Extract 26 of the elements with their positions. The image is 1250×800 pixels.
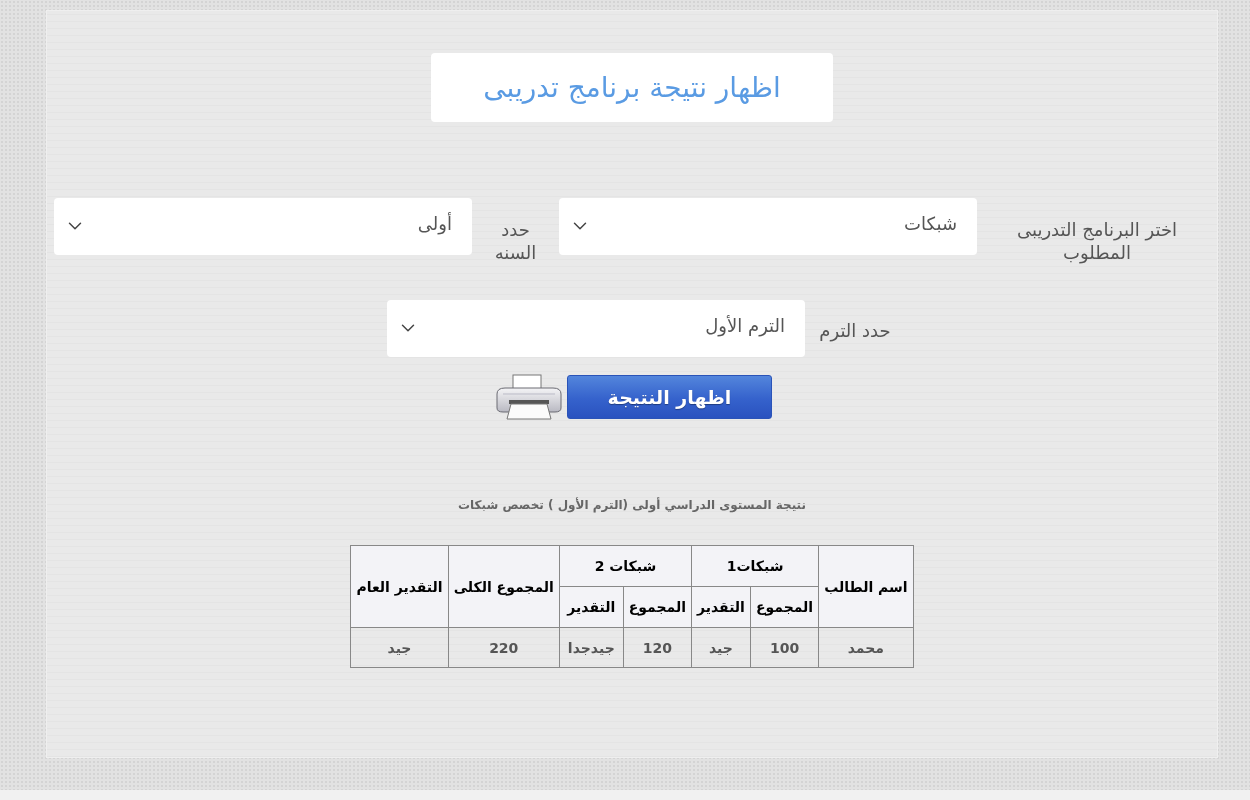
table-cell: 120 bbox=[623, 627, 692, 668]
table-cell: 220 bbox=[448, 627, 560, 668]
field-label: حدد الترم bbox=[818, 319, 892, 342]
result-caption: نتيجة المستوى الدراسي أولى (الترم الأول ) تخصص شبكات bbox=[458, 498, 806, 512]
field-label: اختر البرنامج التدريبى المطلوب bbox=[1015, 218, 1178, 264]
column-header: المجموع bbox=[750, 586, 819, 628]
column-header: التقدير bbox=[559, 586, 624, 628]
column-header: التقدير العام bbox=[350, 545, 449, 628]
printer-icon[interactable] bbox=[493, 374, 565, 420]
column-header: التقدير bbox=[691, 586, 751, 628]
column-header: المجموع bbox=[623, 586, 692, 628]
column-header: شبكات1 bbox=[691, 545, 819, 587]
field-label: حدد السنه bbox=[493, 218, 538, 264]
column-header: شبكات 2 bbox=[559, 545, 692, 587]
select-field[interactable]: شبكات bbox=[559, 198, 977, 255]
table-cell: محمد bbox=[818, 627, 914, 668]
column-header: المجموع الكلى bbox=[448, 545, 560, 628]
select-field[interactable]: الترم الأول bbox=[387, 300, 805, 357]
page-title: اظهار نتيجة برنامج تدريبى bbox=[431, 53, 833, 122]
show-result-button[interactable]: اظهار النتيجة bbox=[567, 375, 772, 419]
column-header: اسم الطالب bbox=[818, 545, 914, 628]
select-field[interactable]: أولى bbox=[54, 198, 472, 255]
table-cell: جيد bbox=[691, 627, 751, 668]
table-cell: جيدجدا bbox=[559, 627, 624, 668]
table-cell: 100 bbox=[750, 627, 819, 668]
table-cell: جيد bbox=[350, 627, 449, 668]
